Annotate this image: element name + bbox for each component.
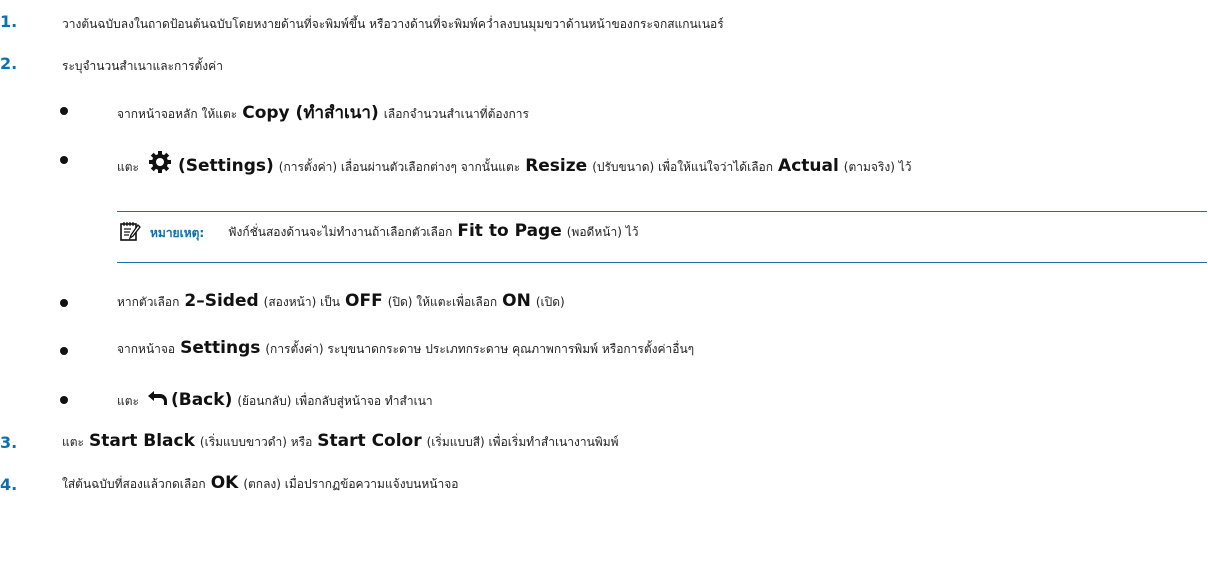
off-label: OFF xyxy=(345,291,383,311)
step-2-text: ระบุจำนวนสำเนาและการตั้งค่า xyxy=(62,59,223,73)
two-sided-label: 2–Sided xyxy=(184,291,259,311)
bullet-post: เลือกจำนวนสำเนาที่ต้องการ xyxy=(383,107,529,121)
note-label: หมายเหตุ: xyxy=(150,226,205,240)
start-color-label: Start Color xyxy=(317,431,422,451)
step-2-number: 2. xyxy=(0,54,18,73)
copy-label: Copy (ทำสำเนา) xyxy=(242,103,379,123)
back-label: (Back) xyxy=(170,390,233,410)
step-1-text: วางต้นฉบับลงในถาดป้อนต้นฉบับโดยหงายด้านท… xyxy=(62,17,724,31)
bullet-text: หากตัวเลือก 2–Sided (สองหน้า) เป็น OFF (… xyxy=(117,291,565,312)
settings-label: (Settings) xyxy=(177,156,274,176)
bullet-dot xyxy=(60,396,68,404)
on-label: ON xyxy=(502,291,531,311)
resize-label: Resize xyxy=(525,156,588,176)
bullet-text: แตะ (Back) (ย้อนกลับ) เพื่อกลับสู่หน้าจอ… xyxy=(117,387,433,411)
bullet-pre: แตะ xyxy=(117,394,139,408)
step-4-post: (ตกลง) เมื่อปรากฏข้อความแจ้งบนหน้าจอ xyxy=(243,477,459,491)
bullet-mid2: (ปรับขนาด) เพื่อให้แน่ใจว่าได้เลือก xyxy=(592,160,774,174)
settings-screen-label: Settings xyxy=(180,338,261,358)
bullet-pre: หากตัวเลือก xyxy=(117,295,180,309)
bullet-text: จากหน้าจอหลัก ให้แตะ Copy (ทำสำเนา) เลือ… xyxy=(117,99,529,126)
bullet-dot xyxy=(60,299,68,307)
bullet-dot xyxy=(60,107,68,115)
note-text: ฟังก์ชั่นสองด้านจะไม่ทำงานถ้าเลือกตัวเลื… xyxy=(228,221,638,242)
bullet-mid2: (ปิด) ให้แตะเพื่อเลือก xyxy=(387,295,498,309)
note-pad-icon xyxy=(119,220,141,242)
bullet-pre: จากหน้าจอ xyxy=(117,342,176,356)
bullet-post: (การตั้งค่า) ระบุขนาดกระดาษ ประเภทกระดาษ… xyxy=(265,342,695,356)
step-4-pre: ใส่ต้นฉบับที่สองแล้วกดเลือก xyxy=(62,477,206,491)
ok-label: OK xyxy=(210,473,239,493)
step-3-number: 3. xyxy=(0,433,18,452)
bullet-pre: จากหน้าจอหลัก ให้แตะ xyxy=(117,107,238,121)
actual-label: Actual xyxy=(778,156,839,176)
note-post: (พอดีหน้า) ไว้ xyxy=(566,225,639,239)
step-3-mid: (เริ่มแบบขาวดำ) หรือ xyxy=(199,435,313,449)
bullet-mid1: (สองหน้า) เป็น xyxy=(263,295,340,309)
bullet-post: (ตามจริง) ไว้ xyxy=(843,160,912,174)
gear-icon xyxy=(148,150,172,174)
bullet-dot xyxy=(60,347,68,355)
bullet-post: (เปิด) xyxy=(535,295,565,309)
step-3-post: (เริ่มแบบสี) เพื่อเริ่มทำสำเนางานพิมพ์ xyxy=(426,435,619,449)
step-1-number: 1. xyxy=(0,12,18,31)
bullet-post: (ย้อนกลับ) เพื่อกลับสู่หน้าจอ ทำสำเนา xyxy=(237,394,433,408)
step-3-text: แตะ Start Black (เริ่มแบบขาวดำ) หรือ Sta… xyxy=(62,431,619,452)
start-black-label: Start Black xyxy=(88,431,195,451)
bullet-pre: แตะ xyxy=(117,160,139,174)
fit-to-page-label: Fit to Page xyxy=(457,221,562,241)
step-4-number: 4. xyxy=(0,475,18,494)
bullet-text: แตะ (Settings) (การตั้งค่า) เลื่อนผ่านตั… xyxy=(117,147,912,177)
step-3-pre: แตะ xyxy=(62,435,84,449)
bullet-text: จากหน้าจอ Settings (การตั้งค่า) ระบุขนาด… xyxy=(117,338,694,359)
step-4-text: ใส่ต้นฉบับที่สองแล้วกดเลือก OK (ตกลง) เม… xyxy=(62,473,458,494)
bullet-dot xyxy=(60,156,68,164)
note-box: หมายเหตุ: ฟังก์ชั่นสองด้านจะไม่ทำงานถ้าเ… xyxy=(117,211,1207,263)
note-pre: ฟังก์ชั่นสองด้านจะไม่ทำงานถ้าเลือกตัวเลื… xyxy=(228,225,453,239)
bullet-mid1: (การตั้งค่า) เลื่อนผ่านตัวเลือกต่างๆ จาก… xyxy=(278,160,521,174)
back-arrow-icon xyxy=(146,389,168,407)
